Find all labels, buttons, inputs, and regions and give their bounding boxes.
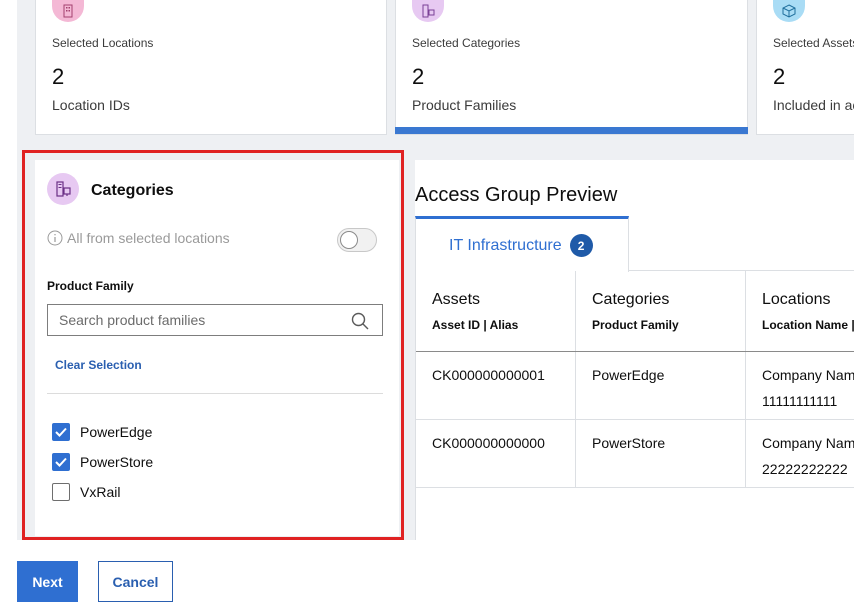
categories-panel: Categories All from selected locations P… xyxy=(35,160,399,536)
card-subtitle: Location IDs xyxy=(52,97,130,113)
card-value: 2 xyxy=(773,64,786,89)
option-label: VxRail xyxy=(80,484,121,500)
cancel-button[interactable]: Cancel xyxy=(98,561,173,602)
column-subtitle: Product Family xyxy=(592,318,679,332)
option-vxrail[interactable]: VxRail xyxy=(52,483,120,501)
search-icon[interactable] xyxy=(350,311,370,331)
divider xyxy=(47,393,383,394)
next-button[interactable]: Next xyxy=(17,561,78,602)
option-powerstore[interactable]: PowerStore xyxy=(52,453,153,471)
search-input[interactable] xyxy=(48,305,338,335)
product-family-search xyxy=(47,304,383,336)
column-title: Categories xyxy=(592,291,670,308)
cube-icon xyxy=(773,0,805,22)
panel-title: Categories xyxy=(91,182,174,199)
column-title: Assets xyxy=(432,291,481,308)
toggle-knob xyxy=(340,231,358,249)
card-label: Selected Categories xyxy=(412,36,521,50)
server-icon xyxy=(412,0,444,22)
info-icon xyxy=(47,230,63,246)
count-badge: 2 xyxy=(569,234,593,257)
column-subtitle: Location Name | ID xyxy=(762,318,854,332)
checkbox[interactable] xyxy=(52,483,70,501)
location-id: 11111111111 xyxy=(762,393,838,409)
all-from-locations-row: All from selected locations xyxy=(47,230,230,246)
cell-asset: CK000000000000 xyxy=(416,420,576,488)
tab-label: IT Infrastructure xyxy=(449,236,562,254)
card-value: 2 xyxy=(52,64,65,89)
building-icon xyxy=(52,0,84,22)
option-label: PowerStore xyxy=(80,454,154,470)
checkmark-icon xyxy=(55,427,67,437)
location-id: 22222222222 xyxy=(762,461,848,477)
preview-table: Assets Asset ID | Alias Categories Produ… xyxy=(415,271,854,540)
all-from-locations-label: All from selected locations xyxy=(67,230,230,246)
option-label: PowerEdge xyxy=(80,424,153,440)
card-label: Selected Locations xyxy=(52,36,154,50)
cell-category: PowerStore xyxy=(576,420,746,488)
card-label: Selected Assets xyxy=(773,36,854,50)
active-indicator xyxy=(395,127,748,134)
column-subtitle: Asset ID | Alias xyxy=(432,318,519,332)
card-subtitle: Included in access group xyxy=(773,97,854,113)
column-header-categories[interactable]: Categories Product Family xyxy=(576,271,746,351)
checkbox[interactable] xyxy=(52,423,70,441)
cell-category: PowerEdge xyxy=(576,352,746,420)
all-from-locations-toggle[interactable] xyxy=(337,228,377,252)
server-icon xyxy=(47,173,79,205)
clear-selection-link[interactable]: Clear Selection xyxy=(55,358,142,372)
cell-location: Company Name 11111111111 xyxy=(746,352,854,420)
card-subtitle: Product Families xyxy=(412,97,517,113)
checkmark-icon xyxy=(55,457,67,467)
card-value: 2 xyxy=(412,64,425,89)
preview-title: Access Group Preview xyxy=(415,184,618,206)
access-group-preview: Access Group Preview IT Infrastructure 2… xyxy=(415,160,854,540)
summary-card-categories[interactable]: Selected Categories 2 Product Families xyxy=(395,0,748,135)
summary-card-locations[interactable]: Selected Locations 2 Location IDs xyxy=(35,0,387,135)
cell-location: Company Name 22222222222 xyxy=(746,420,854,488)
column-header-locations[interactable]: Locations Location Name | ID xyxy=(746,271,854,351)
product-family-label: Product Family xyxy=(47,279,134,293)
column-title: Locations xyxy=(762,291,831,308)
table-row[interactable]: CK000000000001 PowerEdge Company Name 11… xyxy=(416,352,854,420)
option-poweredge[interactable]: PowerEdge xyxy=(52,423,152,441)
tab-it-infrastructure[interactable]: IT Infrastructure 2 xyxy=(415,216,629,272)
location-name: Company Name xyxy=(762,367,854,383)
table-row[interactable]: CK000000000000 PowerStore Company Name 2… xyxy=(416,420,854,488)
column-header-assets[interactable]: Assets Asset ID | Alias xyxy=(416,271,576,351)
checkbox[interactable] xyxy=(52,453,70,471)
location-name: Company Name xyxy=(762,435,854,451)
summary-card-assets[interactable]: Selected Assets 2 Included in access gro… xyxy=(756,0,854,135)
cell-asset: CK000000000001 xyxy=(416,352,576,420)
